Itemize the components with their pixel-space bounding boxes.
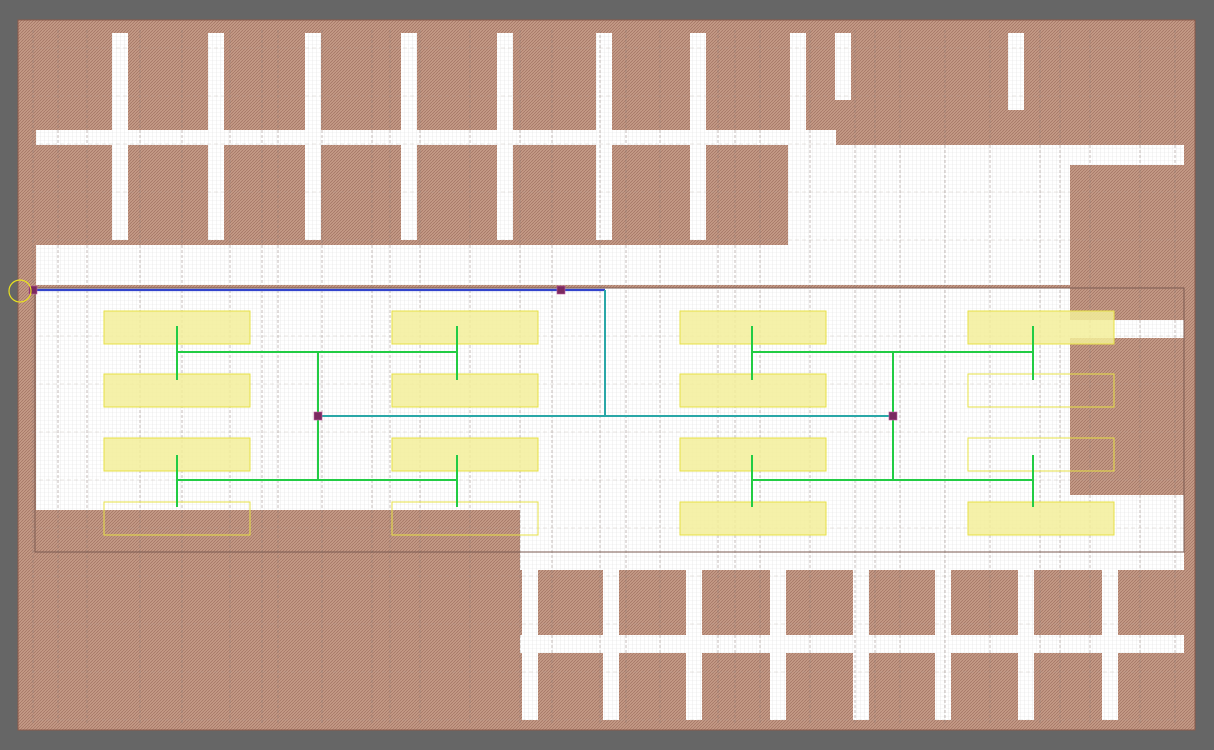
clock-buffer-node	[888, 411, 898, 421]
clock-buffer-node	[313, 411, 323, 421]
routing-channel	[835, 33, 851, 100]
routing-channel	[305, 33, 321, 240]
routing-channel	[596, 33, 612, 240]
module-instance	[967, 501, 1115, 536]
routing-channel	[208, 33, 224, 240]
routing-channel	[770, 570, 786, 720]
routing-channel	[686, 570, 702, 720]
layout-editor-viewport[interactable]	[0, 0, 1214, 750]
routing-channel	[112, 33, 128, 240]
routing-channel	[603, 570, 619, 720]
routing-channel	[935, 570, 951, 720]
routing-channel	[690, 33, 706, 240]
routing-channel	[1018, 570, 1034, 720]
routing-channel	[1102, 570, 1118, 720]
module-instance	[391, 310, 539, 345]
module-instance	[391, 437, 539, 472]
clock-buffer-node	[556, 285, 566, 295]
module-instance	[967, 310, 1115, 345]
routing-channel	[853, 570, 869, 720]
routing-channel	[401, 33, 417, 240]
routing-channel	[790, 33, 806, 130]
module-instance	[391, 373, 539, 408]
routing-channel	[497, 33, 513, 240]
layout-canvas[interactable]	[0, 0, 1214, 750]
routing-channel	[522, 570, 538, 720]
routing-channel	[1008, 33, 1024, 110]
